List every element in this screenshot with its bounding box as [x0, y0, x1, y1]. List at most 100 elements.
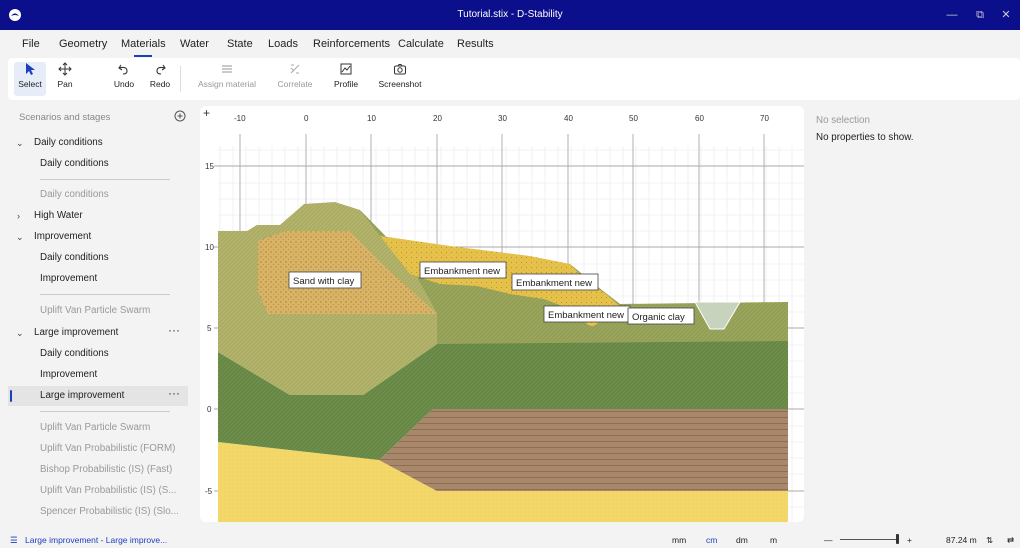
menu-results[interactable]: Results	[457, 38, 494, 50]
unit-cm[interactable]: cm	[706, 535, 717, 545]
calculation-label: Bishop Probabilistic (IS) (Fast)	[40, 464, 173, 475]
stage-label: Improvement	[40, 273, 98, 284]
x-tick-label: 0	[304, 114, 309, 123]
title-bar: Tutorial.stix - D-Stability — ⧉ ✕	[0, 0, 1020, 30]
add-scenario-icon[interactable]	[174, 110, 186, 122]
properties-panel: No selection No properties to show.	[806, 106, 1020, 526]
scenario-label: Daily conditions	[34, 137, 103, 148]
properties-header: No selection	[816, 115, 870, 126]
menu-geometry[interactable]: Geometry	[59, 38, 107, 50]
stage-item[interactable]: Daily conditions	[8, 248, 188, 268]
camera-icon	[394, 64, 406, 75]
layer-name: Sand with clay	[293, 276, 355, 287]
window-title: Tutorial.stix - D-Stability	[457, 9, 563, 20]
calculation-item[interactable]: Uplift Van Particle Swarm	[8, 301, 188, 321]
status-bar: ☰ Large improvement - Large improve... m…	[0, 530, 1020, 548]
profile-button[interactable]: Profile	[326, 62, 366, 96]
minimize-button[interactable]: —	[942, 5, 962, 25]
scenario-label: Large improvement	[34, 327, 119, 338]
y-tick-label: 10	[205, 243, 214, 252]
unit-mm[interactable]: mm	[672, 535, 686, 545]
more-options-icon[interactable]: ···	[168, 320, 180, 340]
stage-item[interactable]: Improvement	[8, 365, 188, 385]
label-sand-with-clay[interactable]: Sand with clay	[288, 271, 362, 289]
zoom-extent-icon[interactable]: +	[203, 106, 210, 120]
pan-button[interactable]: Pan	[50, 62, 80, 96]
close-button[interactable]: ✕	[996, 5, 1016, 25]
swap-icon[interactable]: ⇄	[1007, 535, 1014, 546]
correlate-button[interactable]: Correlate	[272, 62, 318, 96]
calculation-label: Daily conditions	[40, 189, 109, 200]
maximize-button[interactable]: ⧉	[970, 5, 990, 25]
divider	[40, 411, 170, 412]
screenshot-button[interactable]: Screenshot	[372, 62, 428, 96]
y-axis: 15 10 5 0 -5	[205, 162, 214, 496]
menu-water[interactable]: Water	[180, 38, 209, 50]
layer-name: Embankment new	[548, 310, 624, 321]
zoom-slider-thumb[interactable]	[896, 534, 899, 544]
layers-icon	[222, 65, 232, 73]
stage-label: Large improvement	[40, 390, 125, 401]
stage-label: Improvement	[40, 369, 98, 380]
calculation-item[interactable]: Uplift Van Probabilistic (FORM)	[8, 439, 188, 459]
x-tick-label: 10	[367, 114, 376, 123]
menu-loads[interactable]: Loads	[268, 38, 298, 50]
screenshot-label: Screenshot	[378, 79, 422, 89]
scenarios-header: Scenarios and stages	[19, 112, 111, 123]
select-button[interactable]: Select	[14, 62, 46, 96]
calculation-item[interactable]: Bishop Probabilistic (IS) (Fast)	[8, 460, 188, 480]
calculation-item[interactable]: Daily conditions	[8, 185, 188, 205]
menu-calculate[interactable]: Calculate	[398, 38, 444, 50]
calculation-item[interactable]: Uplift Van Particle Swarm	[8, 418, 188, 438]
zoom-in-icon[interactable]: +	[907, 535, 912, 545]
scenario-daily-conditions[interactable]: ⌄ Daily conditions	[8, 133, 188, 153]
correlate-label: Correlate	[277, 79, 313, 89]
scenario-improvement[interactable]: ⌄ Improvement	[8, 227, 188, 247]
undo-button[interactable]: Undo	[110, 62, 138, 96]
label-embankment-new[interactable]: Embankment new	[419, 261, 507, 279]
layer-name: Embankment new	[516, 278, 592, 289]
soil-layers[interactable]	[218, 202, 788, 522]
undo-icon	[118, 64, 128, 75]
redo-button[interactable]: Redo	[146, 62, 174, 96]
sort-icon[interactable]: ⇅	[986, 535, 993, 546]
calculation-label: Uplift Van Particle Swarm	[40, 422, 151, 433]
menu-reinforcements[interactable]: Reinforcements	[313, 38, 390, 50]
scenario-large-improvement[interactable]: ⌄ Large improvement ···	[8, 323, 188, 343]
menu-materials[interactable]: Materials	[121, 38, 166, 57]
calculation-item[interactable]: Uplift Van Probabilistic (IS) (S...	[8, 481, 188, 501]
x-tick-label: 20	[433, 114, 442, 123]
breadcrumb[interactable]: Large improvement - Large improve...	[25, 535, 167, 545]
menu-state[interactable]: State	[227, 38, 253, 50]
x-tick-label: 70	[760, 114, 769, 123]
scenario-label: Improvement	[34, 231, 92, 242]
more-options-icon[interactable]: ···	[168, 383, 180, 403]
breadcrumb-icon[interactable]: ☰	[10, 535, 18, 546]
geometry-canvas[interactable]: -10 0 10 20 30 40 50 60 70 15 10 5 0 -5 …	[200, 106, 804, 522]
stage-item[interactable]: Daily conditions	[8, 154, 188, 174]
y-tick-label: -5	[205, 487, 213, 496]
zoom-slider[interactable]	[840, 539, 896, 540]
label-embankment-new[interactable]: Embankment new	[511, 273, 599, 291]
label-organic-clay[interactable]: Organic clay	[627, 307, 695, 325]
toolbar-separator	[180, 66, 181, 92]
geometry-view[interactable]: -10 0 10 20 30 40 50 60 70 15 10 5 0 -5 …	[200, 106, 804, 522]
calculation-label: Uplift Van Probabilistic (IS) (S...	[40, 485, 177, 496]
label-embankment-new[interactable]: Embankment new	[543, 305, 631, 323]
scenario-high-water[interactable]: › High Water	[8, 206, 188, 226]
stage-item[interactable]: Daily conditions	[8, 344, 188, 364]
unit-m[interactable]: m	[770, 535, 777, 545]
stage-item[interactable]: Improvement	[8, 269, 188, 289]
unit-dm[interactable]: dm	[736, 535, 748, 545]
x-axis: -10 0 10 20 30 40 50 60 70	[234, 114, 769, 123]
scenarios-panel: Scenarios and stages ⌄ Daily conditions …	[8, 106, 190, 526]
correlate-icon	[290, 64, 300, 74]
stage-item-selected[interactable]: Large improvement ···	[8, 386, 188, 406]
zoom-out-icon[interactable]: —	[824, 535, 833, 545]
menu-file[interactable]: File	[22, 38, 40, 50]
y-tick-label: 0	[207, 405, 212, 414]
cursor-icon	[26, 63, 35, 75]
calculation-item[interactable]: Spencer Probabilistic (IS) (Slo...	[8, 502, 188, 522]
assign-material-button[interactable]: Assign material	[186, 62, 268, 96]
calculation-label: Uplift Van Probabilistic (FORM)	[40, 443, 176, 454]
